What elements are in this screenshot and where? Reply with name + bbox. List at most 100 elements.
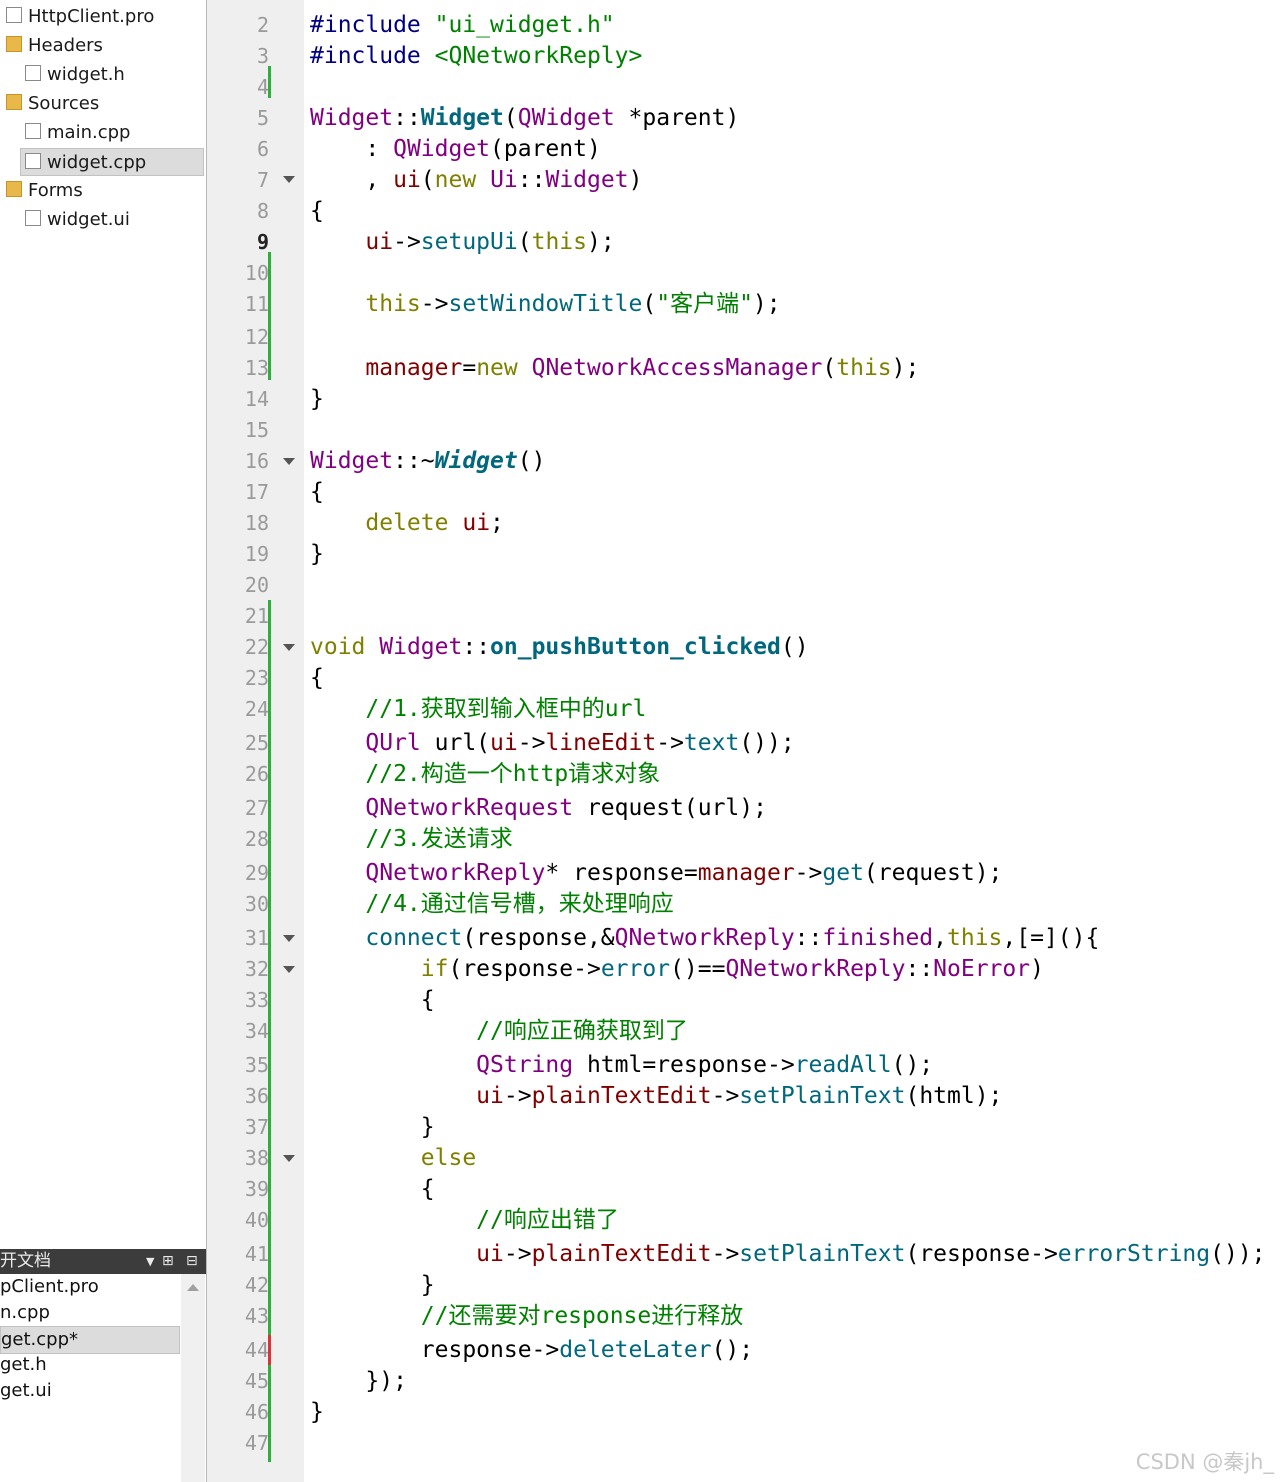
- tree-item-widget-ui[interactable]: widget.ui: [25, 206, 130, 234]
- folder-icon: [6, 36, 22, 52]
- line-number: 19: [244, 542, 269, 566]
- code-line[interactable]: else: [310, 1143, 476, 1174]
- code-line[interactable]: QString html=response->readAll();: [310, 1050, 933, 1081]
- code-line[interactable]: : QWidget(parent): [310, 134, 600, 165]
- watermark: CSDN @秦jh_: [1135, 1450, 1274, 1474]
- line-number: 46: [244, 1400, 269, 1424]
- cpp-file-icon: [25, 123, 41, 139]
- code-line[interactable]: }: [310, 539, 324, 570]
- code-line[interactable]: connect(response,&QNetworkReply::finishe…: [310, 923, 1099, 954]
- line-number: 4: [256, 75, 269, 99]
- line-number: 41: [244, 1242, 269, 1266]
- line-number: 23: [244, 666, 269, 690]
- tree-item-label: HttpClient.pro: [28, 6, 155, 27]
- code-line[interactable]: {: [310, 663, 324, 694]
- line-number: 3: [256, 44, 269, 68]
- open-documents-list: pClient.pro n.cpp get.cpp* get.h get.ui: [0, 1274, 206, 1482]
- header-file-icon: [25, 65, 41, 81]
- line-number: 18: [244, 511, 269, 535]
- tree-item-headers[interactable]: Headers: [6, 32, 103, 60]
- code-line[interactable]: ui->setupUi(this);: [310, 227, 614, 258]
- fold-arrow-icon[interactable]: [283, 644, 295, 651]
- line-number: 5: [256, 106, 269, 130]
- line-number: 39: [244, 1177, 269, 1201]
- code-line[interactable]: #include <QNetworkReply>: [310, 41, 642, 72]
- line-number: 17: [244, 480, 269, 504]
- tree-item-main-cpp[interactable]: main.cpp: [25, 119, 130, 147]
- open-doc-item[interactable]: pClient.pro: [0, 1274, 99, 1300]
- line-number: 22: [244, 635, 269, 659]
- code-line[interactable]: }: [310, 1397, 324, 1428]
- line-number: 31: [244, 926, 269, 950]
- code-line[interactable]: {: [310, 196, 324, 227]
- code-line[interactable]: Widget::Widget(QWidget *parent): [310, 103, 739, 134]
- fold-arrow-icon[interactable]: [283, 176, 295, 183]
- line-number: 28: [244, 827, 269, 851]
- code-line[interactable]: #include "ui_widget.h": [310, 10, 615, 41]
- tree-item-widget-h[interactable]: widget.h: [25, 61, 125, 89]
- code-line[interactable]: //响应正确获取到了: [310, 1016, 688, 1047]
- open-doc-item[interactable]: get.ui: [0, 1378, 52, 1404]
- code-line[interactable]: ui->plainTextEdit->setPlainText(html);: [310, 1081, 1002, 1112]
- ui-file-icon: [25, 210, 41, 226]
- line-number: 47: [244, 1431, 269, 1455]
- fold-arrow-icon[interactable]: [283, 458, 295, 465]
- code-line[interactable]: });: [310, 1366, 407, 1397]
- tree-item-label: Forms: [28, 180, 83, 201]
- code-line[interactable]: //4.通过信号槽，来处理响应: [310, 889, 673, 920]
- chevron-down-icon[interactable]: ▼: [146, 1249, 154, 1274]
- line-number: 30: [244, 892, 269, 916]
- open-doc-item[interactable]: n.cpp: [0, 1300, 50, 1326]
- tree-item-sources[interactable]: Sources: [6, 90, 99, 118]
- code-line[interactable]: if(response->error()==QNetworkReply::NoE…: [310, 954, 1044, 985]
- code-line[interactable]: }: [310, 1270, 435, 1301]
- code-line[interactable]: , ui(new Ui::Widget): [310, 165, 642, 196]
- tree-item-label: Sources: [28, 93, 100, 114]
- tree-item-pro[interactable]: HttpClient.pro: [6, 3, 154, 31]
- open-documents-title: 开文档: [0, 1251, 51, 1271]
- code-line[interactable]: }: [310, 384, 324, 415]
- tree-item-widget-cpp[interactable]: widget.cpp: [20, 148, 204, 176]
- open-doc-item[interactable]: get.h: [0, 1352, 47, 1378]
- code-line[interactable]: //2.构造一个http请求对象: [310, 759, 660, 790]
- scrollbar[interactable]: [181, 1274, 205, 1482]
- line-number: 29: [244, 861, 269, 885]
- code-line[interactable]: delete ui;: [310, 508, 504, 539]
- open-doc-item-selected[interactable]: get.cpp*: [0, 1326, 180, 1354]
- code-line[interactable]: void Widget::on_pushButton_clicked(): [310, 632, 809, 663]
- code-line[interactable]: //响应出错了: [310, 1205, 619, 1236]
- code-line[interactable]: ui->plainTextEdit->setPlainText(response…: [310, 1239, 1265, 1270]
- line-number: 45: [244, 1369, 269, 1393]
- code-line[interactable]: //还需要对response进行释放: [310, 1301, 743, 1332]
- line-number: 35: [244, 1053, 269, 1077]
- code-line[interactable]: response->deleteLater();: [310, 1335, 753, 1366]
- line-number: 43: [244, 1304, 269, 1328]
- line-number: 40: [244, 1208, 269, 1232]
- code-line[interactable]: manager=new QNetworkAccessManager(this);: [310, 353, 919, 384]
- line-number: 38: [244, 1146, 269, 1170]
- code-line[interactable]: QNetworkRequest request(url);: [310, 793, 767, 824]
- tree-item-label: Headers: [28, 35, 103, 56]
- split-icon[interactable]: ⊞: [162, 1249, 174, 1274]
- code-line[interactable]: //3.发送请求: [310, 824, 512, 855]
- line-number: 42: [244, 1273, 269, 1297]
- code-line[interactable]: this->setWindowTitle("客户端");: [310, 289, 780, 320]
- code-line[interactable]: //1.获取到输入框中的url: [310, 694, 646, 725]
- code-line[interactable]: Widget::~Widget(): [310, 446, 545, 477]
- code-line[interactable]: QUrl url(ui->lineEdit->text());: [310, 728, 794, 759]
- line-number: 6: [256, 137, 269, 161]
- code-line[interactable]: }: [310, 1112, 435, 1143]
- close-panel-icon[interactable]: ⊟: [186, 1249, 198, 1274]
- folder-icon: [6, 94, 22, 110]
- code-line[interactable]: {: [310, 477, 324, 508]
- code-editor[interactable]: #include "ui_widget.h" #include <QNetwork…: [310, 0, 1288, 1482]
- code-line[interactable]: {: [310, 985, 435, 1016]
- scroll-up-icon[interactable]: [187, 1284, 199, 1291]
- fold-arrow-icon[interactable]: [283, 966, 295, 973]
- code-line[interactable]: {: [310, 1174, 435, 1205]
- fold-arrow-icon[interactable]: [283, 1155, 295, 1162]
- code-line[interactable]: QNetworkReply* response=manager->get(req…: [310, 858, 1002, 889]
- tree-item-label: widget.h: [47, 64, 125, 85]
- fold-arrow-icon[interactable]: [283, 935, 295, 942]
- tree-item-forms[interactable]: Forms: [6, 177, 83, 205]
